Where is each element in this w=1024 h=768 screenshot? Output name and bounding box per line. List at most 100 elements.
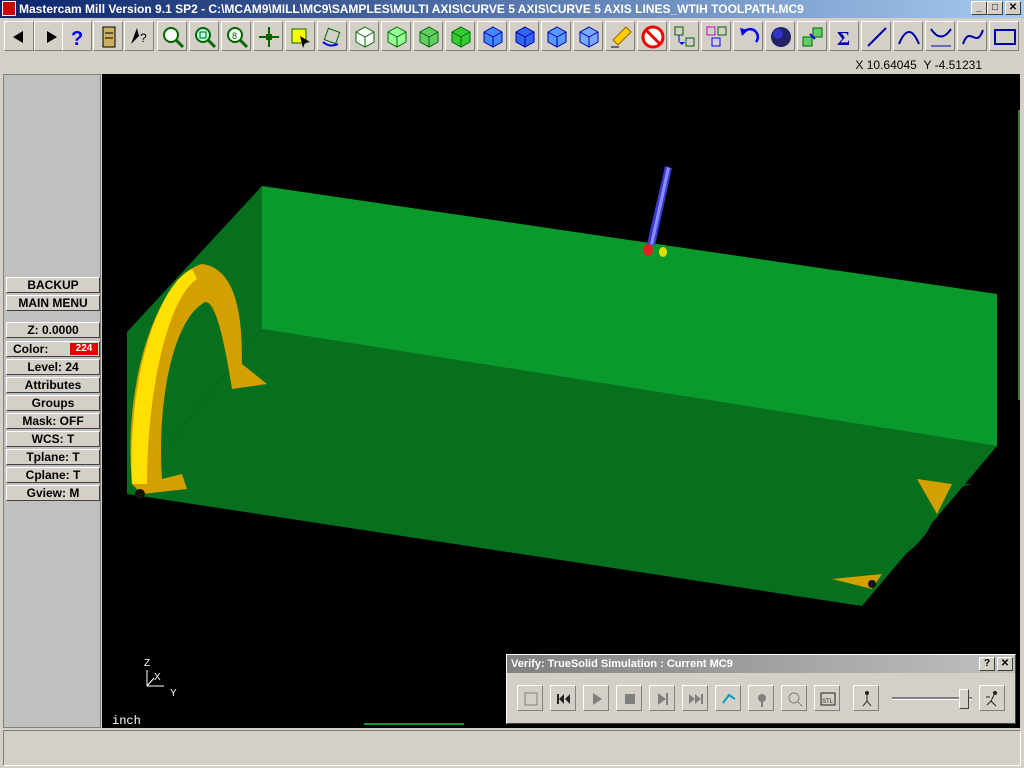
tplane-button[interactable]: Tplane: T: [6, 449, 100, 465]
unzoom-button[interactable]: [189, 21, 219, 51]
zoom-verify-button[interactable]: [781, 685, 807, 711]
axis-x-label: X: [154, 672, 161, 683]
speed-fast-button[interactable]: [979, 685, 1005, 711]
view-top-button[interactable]: [349, 21, 379, 51]
verify-config-button[interactable]: [517, 685, 543, 711]
eraser-button[interactable]: [605, 21, 635, 51]
magnify-icon: [788, 692, 803, 707]
app-icon: [2, 1, 16, 16]
step-button[interactable]: [649, 685, 675, 711]
view-cube-a-icon: [483, 26, 503, 48]
verify-help-button[interactable]: ?: [979, 657, 995, 671]
attributes-button[interactable]: Attributes: [6, 377, 100, 393]
sphere-button[interactable]: [765, 21, 795, 51]
fast-forward-button[interactable]: [682, 685, 708, 711]
toolpath-icon: [722, 693, 736, 704]
zoom-fit-icon: 8: [227, 27, 249, 49]
mask-button[interactable]: Mask: OFF: [6, 413, 100, 429]
walk-icon: [862, 691, 872, 707]
cplane-button[interactable]: Cplane: T: [6, 467, 100, 483]
level-button[interactable]: Level: 24: [6, 359, 100, 375]
svg-text:?: ?: [140, 31, 147, 45]
file-icon: [102, 26, 116, 48]
cube-stack-button[interactable]: [797, 21, 827, 51]
view-cube-a-button[interactable]: [477, 21, 507, 51]
tool-tip-2: [659, 247, 667, 257]
svg-text:8: 8: [232, 31, 237, 41]
color-label: Color:: [13, 342, 49, 356]
gview-button[interactable]: Gview: M: [6, 485, 100, 501]
y-value: -4.51231: [934, 58, 982, 72]
line-button[interactable]: [861, 21, 891, 51]
axis-y-label: Y: [170, 688, 177, 699]
back-arrow-button[interactable]: [4, 21, 34, 51]
transform-button[interactable]: [669, 21, 699, 51]
view-cube-c-icon: [547, 26, 567, 48]
fillet-icon: [930, 28, 952, 47]
svg-text:STL: STL: [822, 699, 834, 705]
groups-button[interactable]: Groups: [6, 395, 100, 411]
view-cube-c-button[interactable]: [541, 21, 571, 51]
file-button[interactable]: [93, 21, 123, 51]
help-button[interactable]: ?: [62, 21, 92, 51]
maximize-button[interactable]: □: [987, 1, 1003, 15]
stop-button[interactable]: [616, 685, 642, 711]
whatis-icon: ?: [131, 28, 147, 45]
sigma-button[interactable]: Σ: [829, 21, 859, 51]
speed-slider-thumb[interactable]: [959, 689, 969, 709]
view-front-icon: [387, 26, 407, 48]
view-iso-button[interactable]: [445, 21, 475, 51]
rewind-icon: [557, 694, 570, 704]
y-label: Y: [923, 58, 932, 72]
backup-button[interactable]: BACKUP: [6, 277, 100, 293]
cursor-coordinates: X 10.64045 Y -4.51231: [855, 58, 982, 72]
transform2-button[interactable]: [701, 21, 731, 51]
tool-tip: [643, 244, 653, 256]
minimize-button[interactable]: _: [971, 1, 987, 15]
main-menu-button[interactable]: MAIN MENU: [6, 295, 100, 311]
play-button[interactable]: [583, 685, 609, 711]
wcs-button[interactable]: WCS: T: [6, 431, 100, 447]
color-button[interactable]: Color: 224: [6, 341, 100, 357]
rotate-icon: [322, 27, 341, 47]
axis-z-label: Z: [144, 658, 150, 669]
help-icon: ?: [71, 28, 83, 50]
toolbar: ?? 8 Σ: [0, 18, 1024, 57]
graphics-viewport[interactable]: Z X Y inch: [102, 74, 1020, 728]
no-button[interactable]: [637, 21, 667, 51]
color-swatch: 224: [70, 343, 98, 355]
close-button[interactable]: ✕: [1005, 1, 1021, 15]
spline-button[interactable]: [957, 21, 987, 51]
eraser-icon: [611, 26, 632, 48]
zoom-fit-button[interactable]: 8: [221, 21, 251, 51]
pan-button[interactable]: [253, 21, 283, 51]
x-value: 10.64045: [866, 58, 917, 72]
verify-close-button[interactable]: ✕: [997, 657, 1013, 671]
view-cube-b-button[interactable]: [509, 21, 539, 51]
arc-button[interactable]: [893, 21, 923, 51]
model-view: Z X Y: [127, 166, 997, 725]
fast-forward-icon: [689, 694, 703, 704]
view-front-button[interactable]: [381, 21, 411, 51]
view-side-icon: [419, 26, 439, 48]
whatis-button[interactable]: ?: [124, 21, 154, 51]
save-stl-button[interactable]: STL: [814, 685, 840, 711]
pan-icon: [259, 27, 279, 47]
forward-arrow-button[interactable]: [34, 21, 64, 51]
tool-display-button[interactable]: [748, 685, 774, 711]
rewind-button[interactable]: [550, 685, 576, 711]
sphere-icon: [771, 27, 791, 47]
rotate-button[interactable]: [317, 21, 347, 51]
select-button[interactable]: [285, 21, 315, 51]
undo-button[interactable]: [733, 21, 763, 51]
toolpath-display-button[interactable]: [715, 685, 741, 711]
x-label: X: [855, 58, 864, 72]
view-side-button[interactable]: [413, 21, 443, 51]
speed-slow-button[interactable]: [853, 685, 879, 711]
fillet-button[interactable]: [925, 21, 955, 51]
zoom-button[interactable]: [157, 21, 187, 51]
view-cube-d-button[interactable]: [573, 21, 603, 51]
rectangle-button[interactable]: [989, 21, 1019, 51]
spline-icon: [962, 29, 984, 45]
z-depth-button[interactable]: Z: 0.0000: [6, 322, 100, 338]
